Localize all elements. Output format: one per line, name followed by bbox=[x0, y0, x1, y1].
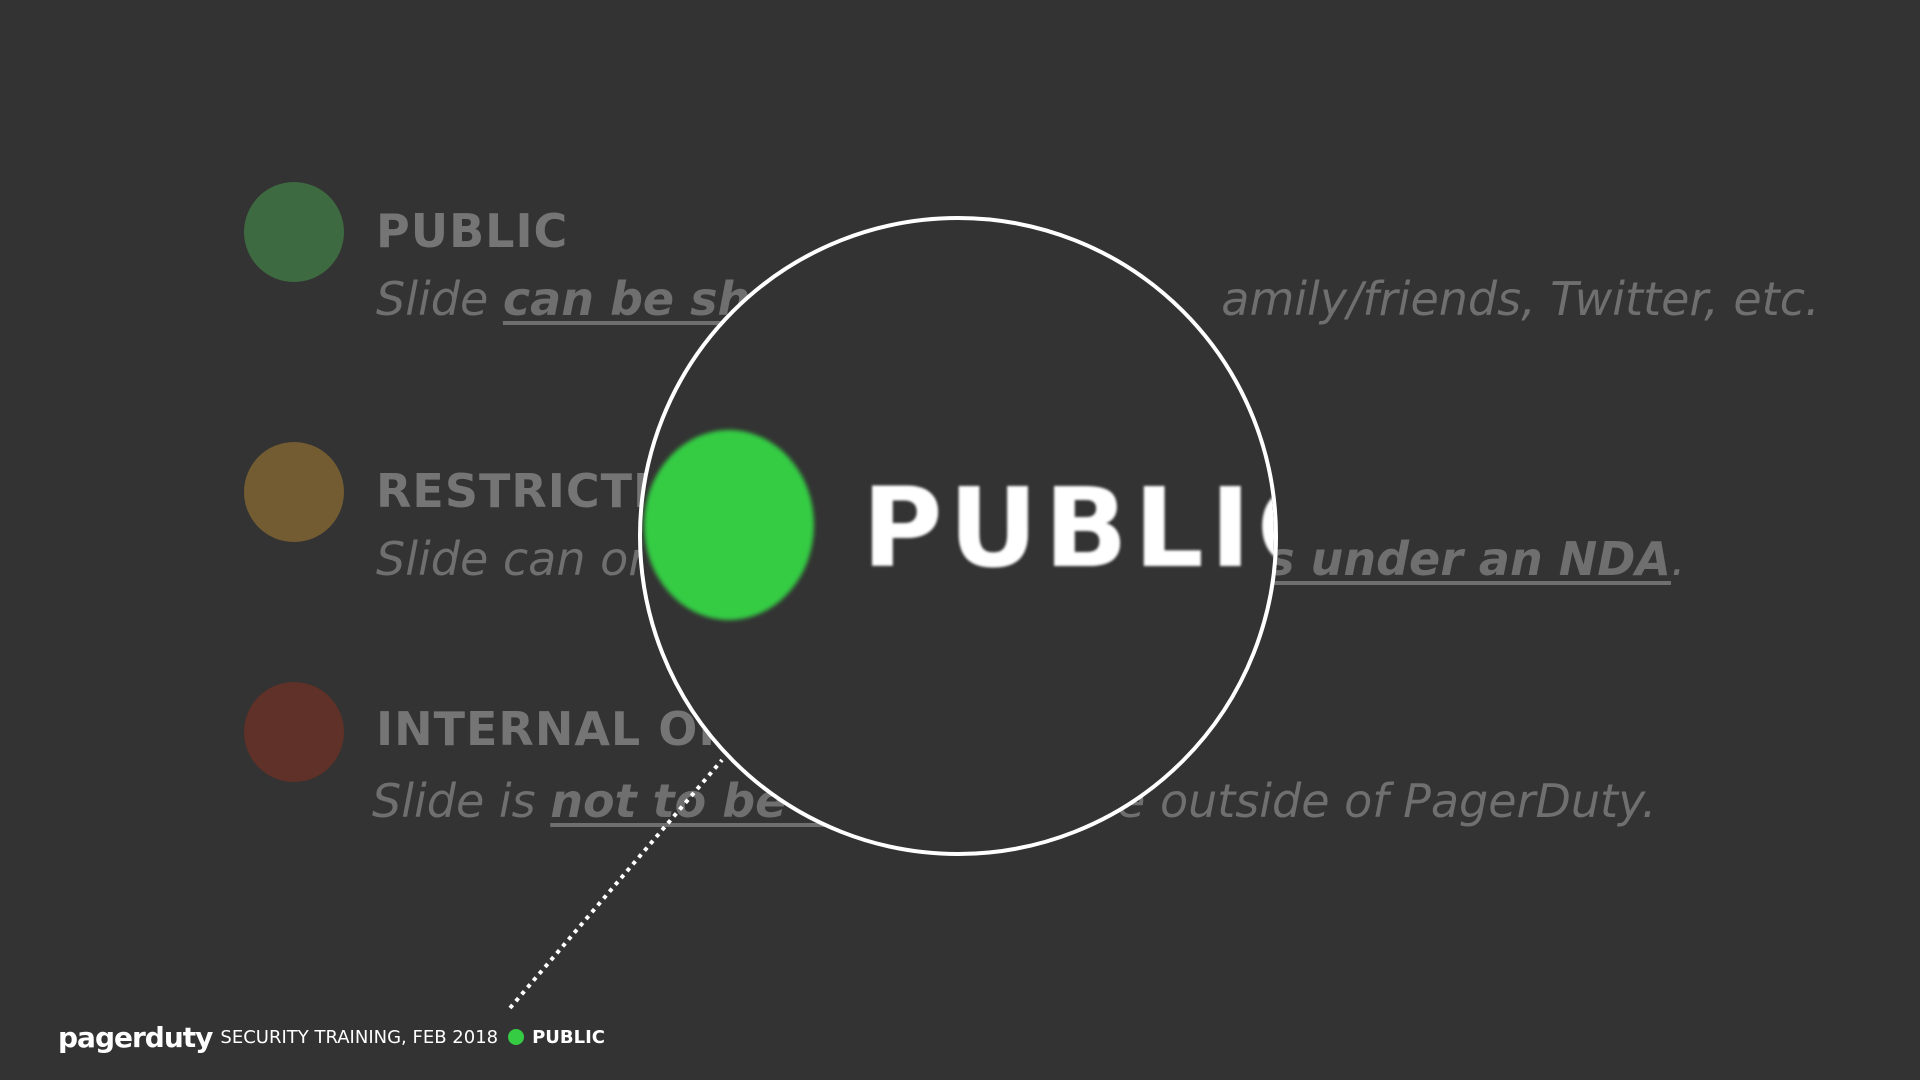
public-heading: PUBLIC bbox=[376, 204, 569, 258]
footer-classification-dot bbox=[508, 1029, 525, 1045]
magnifier-lens: PUBLIC bbox=[638, 216, 1278, 856]
restricted-desc-post: . bbox=[1671, 532, 1686, 586]
magnified-public-dot bbox=[644, 430, 814, 620]
public-desc-post: amily/friends, Twitter, etc. bbox=[1221, 272, 1820, 326]
pagerduty-logo: pagerduty bbox=[58, 1020, 213, 1054]
public-desc-pre: Slide bbox=[376, 272, 503, 326]
public-status-dot bbox=[244, 182, 344, 282]
restricted-status-dot bbox=[244, 442, 344, 542]
internal-status-dot bbox=[244, 682, 344, 782]
footer: pagerduty SECURITY TRAINING, FEB 2018 PU… bbox=[58, 1020, 606, 1054]
footer-title: SECURITY TRAINING, FEB 2018 bbox=[220, 1026, 499, 1048]
slide: PUBLIC Slide can be sha amily/friends, Tw… bbox=[0, 0, 1920, 1080]
restricted-heading: RESTRICTE bbox=[376, 464, 666, 518]
footer-classification-label: PUBLIC bbox=[532, 1026, 606, 1048]
restricted-desc-pre: Slide can or bbox=[376, 532, 648, 586]
magnified-public-label: PUBLIC bbox=[862, 464, 1274, 592]
internal-heading: INTERNAL ON bbox=[376, 702, 738, 756]
restricted-desc-emphasis: s under an NDA bbox=[1267, 532, 1672, 586]
internal-desc-pre: Slide is bbox=[372, 774, 551, 828]
